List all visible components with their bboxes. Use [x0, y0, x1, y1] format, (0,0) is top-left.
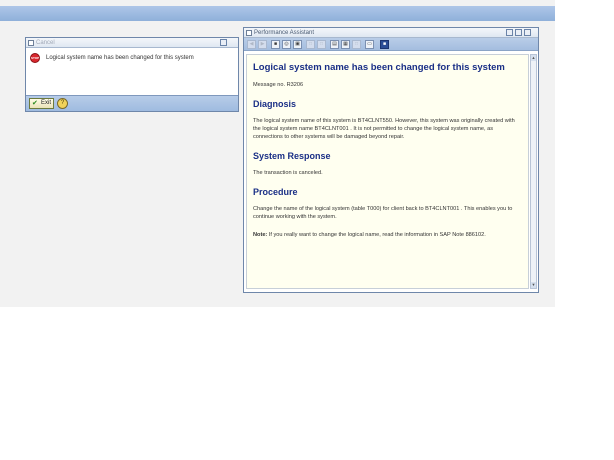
- settings-icon[interactable]: ▣: [293, 40, 302, 49]
- disabled-icon-3[interactable]: □: [352, 40, 361, 49]
- note-paragraph: Note: If you really want to change the l…: [253, 231, 522, 239]
- pa-heading: Logical system name has been changed for…: [253, 62, 505, 73]
- minimize-icon[interactable]: [506, 29, 513, 36]
- pa-title: Performance Assistant: [254, 30, 315, 36]
- close-icon[interactable]: [524, 29, 531, 36]
- cancel-dialog-title: Cancel: [36, 40, 55, 46]
- document-icon[interactable]: ▭: [365, 40, 374, 49]
- pa-toolbar: ◀ ▶ ■ ◎ ▣ □ □ ▤ ▦ □ ▭ ■: [244, 38, 538, 51]
- procedure-text: Change the name of the logical system (t…: [253, 206, 513, 220]
- pa-title-bar: Performance Assistant: [244, 28, 538, 38]
- exit-button[interactable]: ✔ Exit: [29, 98, 54, 109]
- cancel-dialog: Cancel STOP Logical system name has been…: [25, 37, 239, 112]
- disabled-icon-2[interactable]: □: [317, 40, 326, 49]
- help-icon[interactable]: ?: [57, 98, 68, 109]
- find-icon[interactable]: ◎: [282, 40, 291, 49]
- pa-content: Logical system name has been changed for…: [246, 54, 529, 289]
- disabled-icon-1[interactable]: □: [306, 40, 315, 49]
- scroll-up-icon[interactable]: ▲: [531, 55, 536, 61]
- diagnosis-text: The logical system name of this system i…: [253, 118, 515, 140]
- performance-assistant-window: Performance Assistant ◀ ▶ ■ ◎ ▣ □ □ ▤ ▦ …: [243, 27, 539, 293]
- message-number: Message no. R3206: [253, 82, 304, 88]
- pa-scrollbar[interactable]: ▲ ▼: [530, 54, 537, 289]
- maximize-icon[interactable]: [515, 29, 522, 36]
- cancel-dialog-footer: ✔ Exit ?: [26, 95, 238, 111]
- note-label: Note:: [253, 232, 268, 238]
- print-icon[interactable]: ■: [271, 40, 280, 49]
- scroll-down-icon[interactable]: ▼: [531, 282, 536, 288]
- diagnosis-heading: Diagnosis: [253, 99, 297, 109]
- checkmark-icon: ✔: [32, 100, 38, 107]
- cancel-message: Logical system name has been changed for…: [46, 55, 194, 61]
- stop-icon: STOP: [30, 53, 40, 63]
- expand-icon[interactable]: ▦: [341, 40, 350, 49]
- forward-icon[interactable]: ▶: [258, 40, 267, 49]
- window-icon: [246, 30, 252, 36]
- system-response-heading: System Response: [253, 151, 331, 161]
- note-text: If you really want to change the logical…: [267, 232, 486, 238]
- top-bar: [0, 6, 555, 21]
- back-icon[interactable]: ◀: [247, 40, 256, 49]
- exit-button-label: Exit: [41, 100, 52, 106]
- restore-icon[interactable]: [220, 39, 227, 46]
- cancel-dialog-title-bar: Cancel: [26, 38, 238, 48]
- layout-icon[interactable]: ▤: [330, 40, 339, 49]
- info-icon[interactable]: ■: [380, 40, 389, 49]
- window-icon: [28, 40, 34, 46]
- system-response-text: The transaction is canceled.: [253, 170, 323, 176]
- procedure-heading: Procedure: [253, 187, 298, 197]
